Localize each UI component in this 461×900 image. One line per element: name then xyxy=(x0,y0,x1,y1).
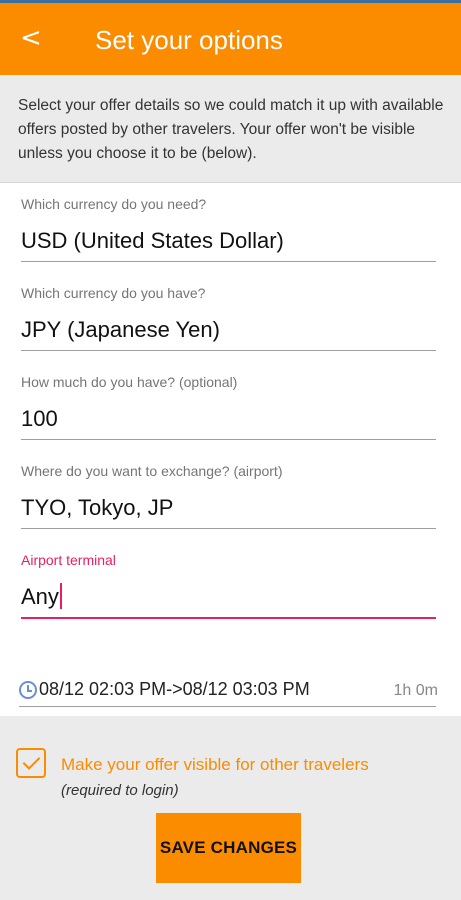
currency-need-label: Which currency do you need? xyxy=(21,196,207,212)
visibility-note: (required to login) xyxy=(61,782,179,799)
save-changes-button[interactable]: SAVE CHANGES xyxy=(156,813,301,883)
text-cursor xyxy=(59,583,62,609)
amount-label: How much do you have? (optional) xyxy=(21,374,238,390)
currency-need-field[interactable]: Which currency do you need? USD (United … xyxy=(21,195,436,262)
terminal-label: Airport terminal xyxy=(21,552,116,568)
currency-need-input[interactable]: USD (United States Dollar) xyxy=(21,227,436,262)
app-bar: < Set your options xyxy=(0,3,461,75)
back-button[interactable]: < xyxy=(20,23,42,53)
page-title: Set your options xyxy=(95,25,283,55)
amount-input[interactable]: 100 xyxy=(21,405,436,440)
amount-field[interactable]: How much do you have? (optional) 100 xyxy=(21,373,436,440)
clock-icon xyxy=(19,681,37,699)
terminal-field[interactable]: Airport terminal Any xyxy=(21,551,436,619)
location-field[interactable]: Where do you want to exchange? (airport)… xyxy=(21,462,436,529)
time-range-field[interactable]: 08/12 02:03 PM->08/12 03:03 PM 1h 0m xyxy=(19,678,438,707)
currency-have-input[interactable]: JPY (Japanese Yen) xyxy=(21,316,436,351)
visibility-label[interactable]: Make your offer visible for other travel… xyxy=(61,754,441,776)
terminal-input[interactable]: Any xyxy=(21,583,436,619)
visibility-checkbox[interactable] xyxy=(16,748,46,778)
currency-have-field[interactable]: Which currency do you have? JPY (Japanes… xyxy=(21,284,436,351)
intro-text: Select your offer details so we could ma… xyxy=(18,97,444,162)
location-label: Where do you want to exchange? (airport) xyxy=(21,463,283,479)
duration-text: 1h 0m xyxy=(393,682,438,699)
options-form xyxy=(0,182,461,716)
time-range-text: 08/12 02:03 PM->08/12 03:03 PM xyxy=(39,679,310,699)
location-input[interactable]: TYO, Tokyo, JP xyxy=(21,494,436,529)
currency-have-label: Which currency do you have? xyxy=(21,285,206,301)
terminal-input-text: Any xyxy=(21,584,59,609)
